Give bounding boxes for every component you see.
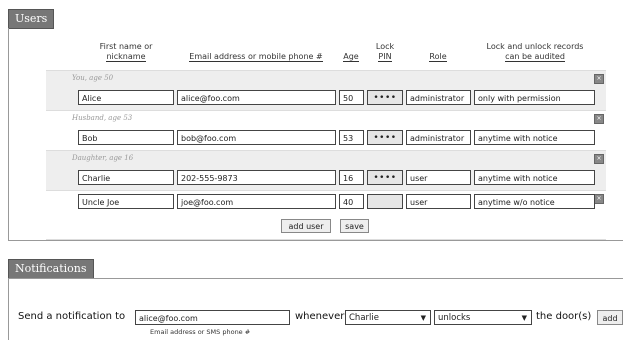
- audit-input[interactable]: anytime w/o notice: [474, 194, 595, 209]
- age-input[interactable]: 16: [339, 170, 364, 185]
- action-select[interactable]: unlocks ▼: [434, 310, 532, 325]
- role-input[interactable]: user: [406, 194, 471, 209]
- age-input[interactable]: 53: [339, 130, 364, 145]
- user-note: Husband, age 53: [72, 114, 133, 122]
- age-input[interactable]: 40: [339, 194, 364, 209]
- lock-pin-input[interactable]: [367, 194, 403, 209]
- notifications-panel-title: Notifications: [8, 259, 94, 279]
- user-note: You, age 50: [72, 74, 114, 82]
- door-label: the door(s): [536, 311, 592, 322]
- send-notification-label: Send a notification to: [18, 311, 126, 322]
- age-input[interactable]: 50: [339, 90, 364, 105]
- lock-pin-input[interactable]: ••••: [367, 130, 403, 145]
- recipient-hint: Email address or SMS phone #: [150, 328, 251, 336]
- header-first-name: First name or nickname: [99, 42, 153, 62]
- first-name-input[interactable]: Bob: [78, 130, 174, 145]
- close-icon[interactable]: ×: [594, 74, 604, 84]
- save-button[interactable]: save: [340, 219, 369, 233]
- role-input[interactable]: administrator: [406, 90, 471, 105]
- header-lock-pin: Lock PIN: [375, 42, 395, 62]
- person-select[interactable]: Charlie ▼: [345, 310, 431, 325]
- notifications-panel: [8, 278, 623, 340]
- lock-pin-input[interactable]: ••••: [367, 90, 403, 105]
- email-field[interactable]: joe@foo.com: [177, 194, 336, 209]
- close-icon[interactable]: ×: [594, 114, 604, 124]
- close-icon[interactable]: ×: [594, 154, 604, 164]
- user-note: Daughter, age 16: [72, 154, 134, 162]
- audit-input[interactable]: anytime with notice: [474, 170, 595, 185]
- action-select-value: unlocks: [438, 313, 471, 323]
- email-field[interactable]: 202-555-9873: [177, 170, 336, 185]
- first-name-input[interactable]: Charlie: [78, 170, 174, 185]
- close-icon[interactable]: ×: [594, 194, 604, 204]
- role-input[interactable]: user: [406, 170, 471, 185]
- header-audit: Lock and unlock records can be audited: [486, 42, 584, 62]
- role-input[interactable]: administrator: [406, 130, 471, 145]
- lock-pin-input[interactable]: ••••: [367, 170, 403, 185]
- header-role: Role: [429, 52, 447, 62]
- add-notification-button[interactable]: add: [597, 310, 623, 325]
- chevron-down-icon: ▼: [521, 314, 527, 322]
- first-name-input[interactable]: Alice: [78, 90, 174, 105]
- first-name-input[interactable]: Uncle Joe: [78, 194, 174, 209]
- whenever-label: whenever: [295, 311, 345, 322]
- email-field[interactable]: bob@foo.com: [177, 130, 336, 145]
- audit-input[interactable]: anytime with notice: [474, 130, 595, 145]
- header-age: Age: [343, 52, 359, 62]
- recipient-input[interactable]: alice@foo.com: [135, 310, 290, 325]
- person-select-value: Charlie: [349, 313, 379, 323]
- email-field[interactable]: alice@foo.com: [177, 90, 336, 105]
- users-panel-title: Users: [8, 9, 55, 29]
- header-email: Email address or mobile phone #: [189, 52, 323, 62]
- audit-input[interactable]: only with permission: [474, 90, 595, 105]
- add-user-button[interactable]: add user: [281, 219, 331, 233]
- chevron-down-icon: ▼: [420, 314, 426, 322]
